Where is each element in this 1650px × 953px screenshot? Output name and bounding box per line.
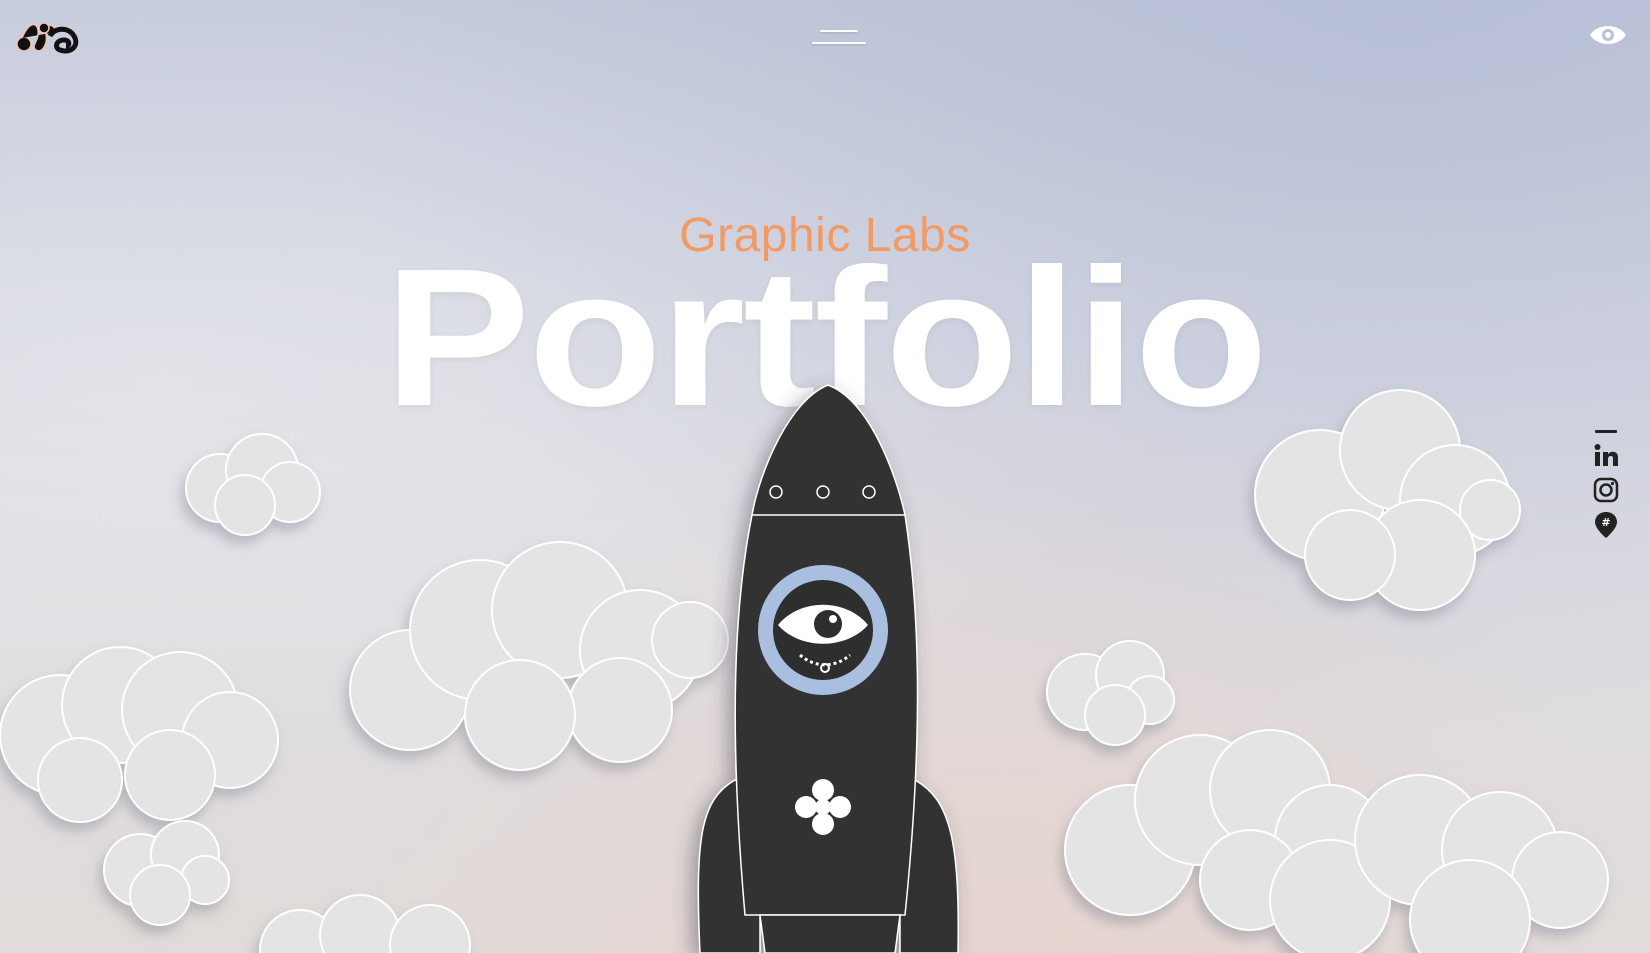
- rocket-base: [759, 914, 901, 953]
- linkedin-link[interactable]: [1592, 442, 1620, 470]
- linkedin-icon: [1594, 444, 1618, 466]
- instagram-link[interactable]: [1592, 476, 1620, 504]
- rocket-porthole: [758, 565, 888, 695]
- hashtag-pin-icon: #: [1595, 512, 1617, 538]
- hashtag-symbol: #: [1601, 516, 1610, 529]
- hashtag-location-link[interactable]: #: [1592, 510, 1620, 538]
- rocket-illustration: [697, 384, 959, 953]
- social-divider: [1595, 430, 1617, 433]
- social-links-bar: #: [1592, 428, 1620, 546]
- instagram-icon: [1593, 477, 1619, 503]
